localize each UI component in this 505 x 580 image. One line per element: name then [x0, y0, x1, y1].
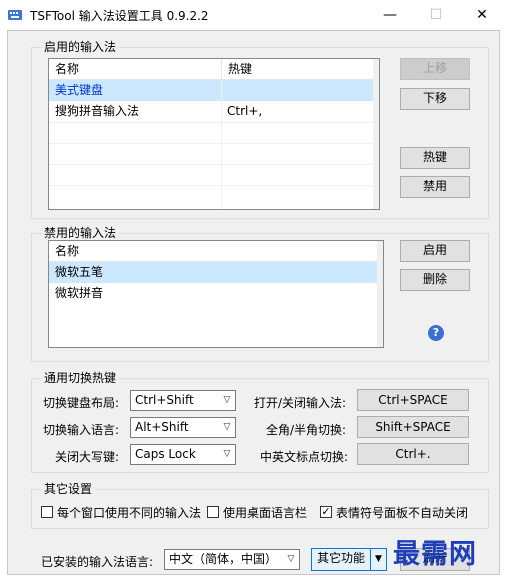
move-down-button[interactable]: 下移 — [400, 88, 470, 110]
move-up-button: 上移 — [400, 58, 470, 80]
app-icon — [8, 10, 22, 20]
full-half-width-hotkey[interactable]: Shift+SPACE — [357, 416, 469, 438]
switch-language-select[interactable]: Alt+Shift ▽ — [130, 417, 236, 438]
grid-line — [49, 143, 379, 144]
per-window-ime-label[interactable]: 每个窗口使用不同的输入法 — [57, 504, 201, 521]
list-item[interactable]: 微软五笔 — [49, 262, 383, 283]
enabled-ime-list[interactable]: 名称 热键 美式键盘 搜狗拼音输入法 Ctrl+, — [48, 58, 380, 210]
site-watermark: 最需网 — [393, 539, 477, 570]
column-header-hotkey[interactable]: 热键 — [221, 59, 378, 79]
enabled-list-header: 名称 热键 — [49, 59, 379, 80]
caps-off-label: 关闭大写键: — [55, 450, 120, 464]
other-functions-button[interactable]: 其它功能 ▼ — [311, 548, 387, 571]
scrollbar[interactable] — [377, 241, 383, 347]
grid-line — [49, 164, 379, 165]
installed-language-select[interactable]: 中文（简体，中国） ▽ — [164, 549, 300, 570]
punctuation-toggle-hotkey[interactable]: Ctrl+. — [357, 443, 469, 465]
installed-language-label: 已安装的输入法语言: — [41, 555, 154, 569]
desktop-langbar-label[interactable]: 使用桌面语言栏 — [223, 504, 307, 521]
ime-name: 微软五笔 — [55, 265, 104, 279]
caps-off-select[interactable]: Caps Lock ▽ — [130, 444, 236, 465]
dialog-client: 启用的输入法 名称 热键 美式键盘 搜狗拼音输入法 Ctrl+, 上移 下移 热… — [7, 30, 500, 575]
chevron-down-icon: ▽ — [287, 554, 295, 564]
title-bar: TSFTool 输入法设置工具 0.9.2.2 — ☐ ✕ — [0, 0, 505, 30]
list-item[interactable]: 美式键盘 — [49, 80, 379, 101]
window-title: TSFTool 输入法设置工具 0.9.2.2 — [30, 9, 209, 23]
other-settings-group-title: 其它设置 — [41, 480, 96, 497]
enable-button[interactable]: 启用 — [400, 240, 470, 262]
scrollbar[interactable] — [373, 59, 379, 209]
toggle-ime-hotkey[interactable]: Ctrl+SPACE — [357, 389, 469, 411]
list-item[interactable]: 搜狗拼音输入法 Ctrl+, — [49, 101, 379, 122]
disable-button[interactable]: 禁用 — [400, 176, 470, 198]
chevron-down-icon: ▽ — [223, 422, 231, 432]
switch-layout-value: Ctrl+Shift — [135, 393, 194, 407]
desktop-langbar-checkbox[interactable] — [207, 506, 219, 518]
column-header-name[interactable]: 名称 — [49, 59, 220, 79]
toggle-ime-label: 打开/关闭输入法: — [254, 396, 347, 410]
hotkey-button[interactable]: 热键 — [400, 147, 470, 169]
full-half-width-label: 全角/半角切换: — [266, 423, 347, 437]
close-button[interactable]: ✕ — [459, 0, 505, 30]
hotkeys-group-title: 通用切换热键 — [41, 369, 120, 386]
installed-language-value: 中文（简体，中国） — [169, 552, 278, 566]
other-functions-label: 其它功能 — [316, 551, 365, 565]
help-icon[interactable]: ? — [428, 325, 444, 341]
emoji-panel-checkbox[interactable]: ✓ — [320, 506, 332, 518]
column-header-name[interactable]: 名称 — [49, 241, 220, 261]
list-item[interactable]: 微软拼音 — [49, 283, 383, 304]
switch-language-value: Alt+Shift — [135, 420, 189, 434]
minimize-button[interactable]: — — [367, 0, 413, 30]
emoji-panel-label[interactable]: 表情符号面板不自动关闭 — [336, 504, 468, 521]
ime-hotkey: Ctrl+, — [227, 104, 263, 118]
chevron-down-icon: ▽ — [223, 449, 231, 459]
switch-layout-label: 切换键盘布局: — [43, 396, 120, 410]
caps-off-value: Caps Lock — [135, 447, 196, 461]
maximize-button: ☐ — [429, 7, 443, 23]
ime-name: 搜狗拼音输入法 — [55, 104, 140, 118]
switch-layout-select[interactable]: Ctrl+Shift ▽ — [130, 390, 236, 411]
ime-name: 微软拼音 — [55, 286, 104, 300]
grid-line — [49, 185, 379, 186]
ime-name: 美式键盘 — [55, 83, 104, 97]
disabled-ime-group-title: 禁用的输入法 — [41, 224, 120, 241]
delete-button[interactable]: 删除 — [400, 269, 470, 291]
enabled-ime-group-title: 启用的输入法 — [41, 38, 120, 55]
disabled-ime-list[interactable]: 名称 微软五笔 微软拼音 — [48, 240, 384, 348]
grid-line — [49, 122, 379, 123]
grid-line — [221, 79, 222, 209]
punctuation-toggle-label: 中英文标点切换: — [260, 450, 349, 464]
disabled-list-header: 名称 — [49, 241, 383, 262]
switch-language-label: 切换输入语言: — [43, 423, 120, 437]
per-window-ime-checkbox[interactable] — [41, 506, 53, 518]
dropdown-arrow-icon: ▼ — [370, 549, 386, 570]
chevron-down-icon: ▽ — [223, 395, 231, 405]
